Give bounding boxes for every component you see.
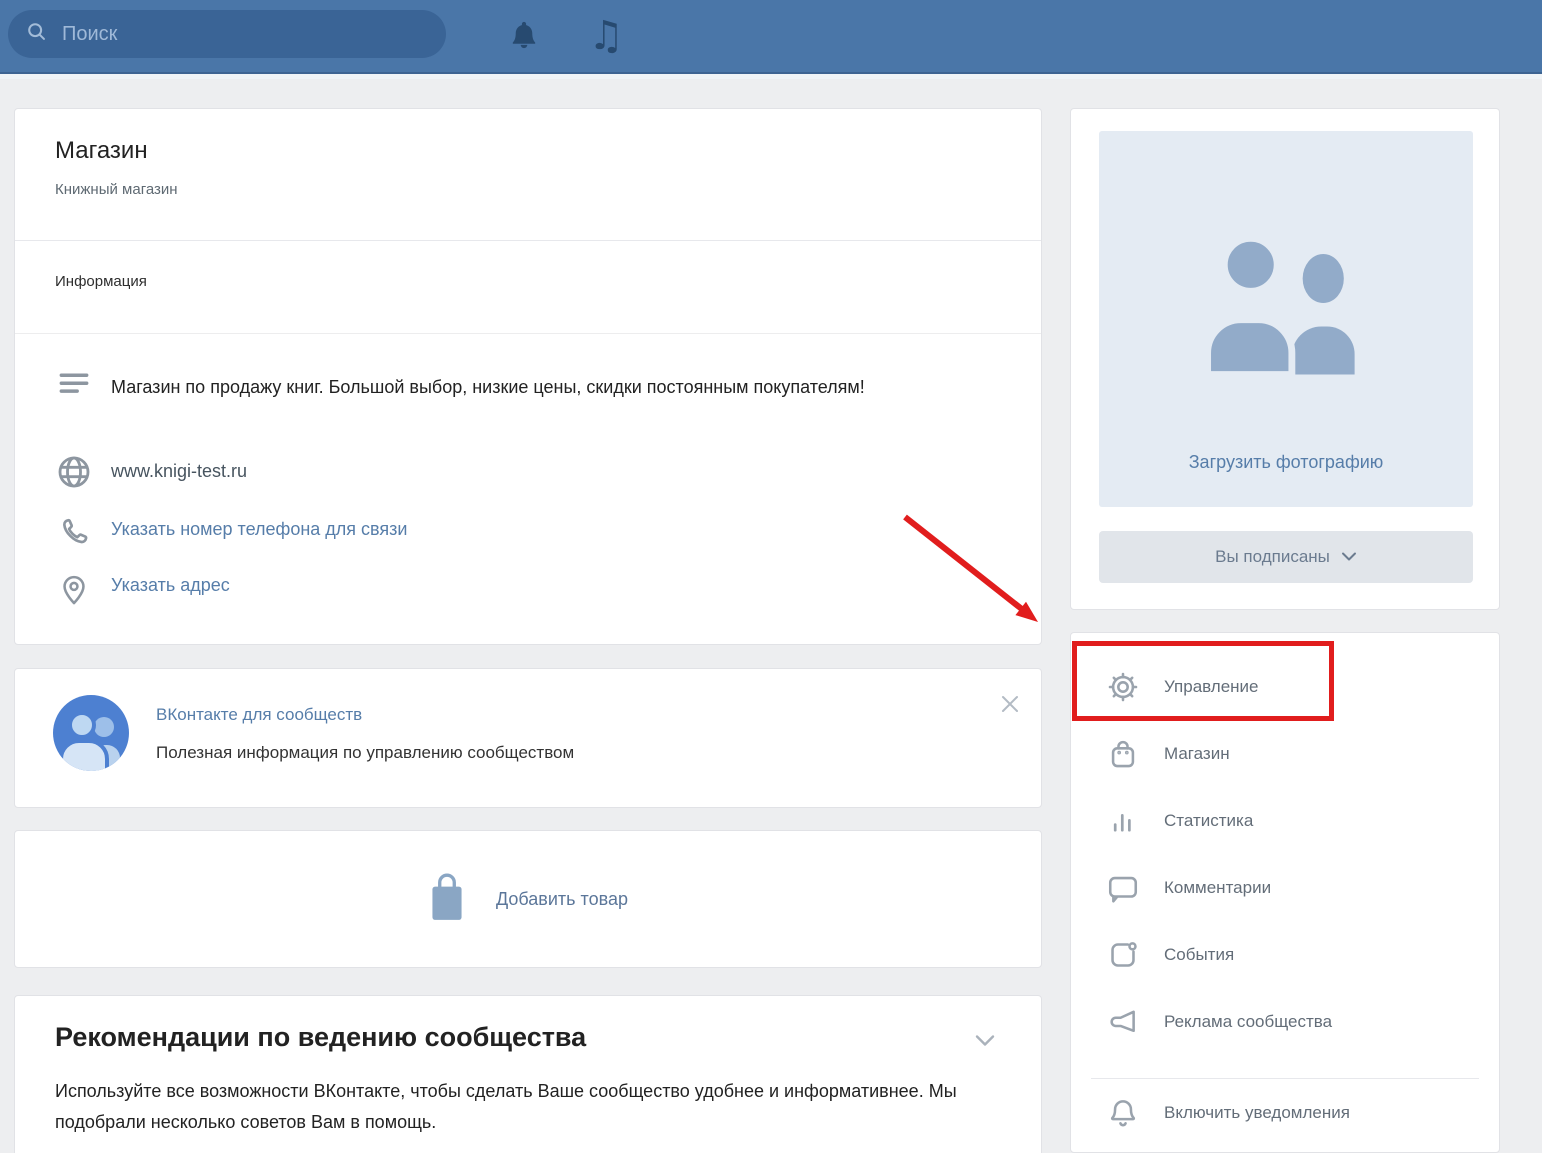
- people-silhouette-icon: [1188, 225, 1384, 388]
- globe-icon: [53, 451, 95, 493]
- community-type: Книжный магазин: [55, 181, 178, 198]
- subscribed-button[interactable]: Вы подписаны: [1099, 531, 1473, 583]
- sidebar-item-label: Комментарии: [1164, 878, 1271, 898]
- community-profile-card: Магазин Книжный магазин Информация Магаз…: [14, 108, 1042, 645]
- divider: [15, 333, 1041, 334]
- search-icon: [26, 21, 48, 48]
- sidebar-item-label: Включить уведомления: [1164, 1103, 1350, 1123]
- community-admin-menu: Управление Магазин Статистика: [1070, 632, 1500, 1153]
- events-icon: [1106, 938, 1140, 972]
- sidebar-item-shop[interactable]: Магазин: [1071, 727, 1499, 781]
- shopping-bag-icon: [1106, 737, 1140, 771]
- description-lines-icon: [53, 363, 95, 405]
- promo-subtitle: Полезная информация по управлению сообще…: [156, 743, 574, 763]
- sidebar-item-comments[interactable]: Комментарии: [1071, 861, 1499, 915]
- recommendations-card: Рекомендации по ведению сообщества Испол…: [14, 995, 1042, 1153]
- sidebar-item-statistics[interactable]: Статистика: [1071, 794, 1499, 848]
- divider: [1091, 1078, 1479, 1079]
- top-bar: ♫: [0, 0, 1542, 74]
- upload-photo-link[interactable]: Загрузить фотографию: [1099, 452, 1473, 473]
- community-description: Магазин по продажу книг. Большой выбор, …: [111, 367, 911, 407]
- sidebar-item-enable-notifications[interactable]: Включить уведомления: [1071, 1086, 1499, 1140]
- bar-chart-icon: [1106, 804, 1140, 838]
- recommendations-title: Рекомендации по ведению сообщества: [55, 1022, 586, 1053]
- header-divider: [0, 74, 1542, 79]
- chevron-down-icon[interactable]: [973, 1032, 997, 1055]
- shopping-bag-icon: [428, 871, 466, 928]
- add-product-card[interactable]: Добавить товар: [14, 830, 1042, 968]
- search-input[interactable]: [60, 22, 428, 47]
- sidebar-item-manage[interactable]: Управление: [1071, 660, 1499, 714]
- photo-placeholder[interactable]: Загрузить фотографию: [1099, 131, 1473, 507]
- notifications-bell-icon[interactable]: [498, 0, 550, 72]
- add-product-label: Добавить товар: [496, 889, 628, 910]
- gear-icon: [1106, 670, 1140, 704]
- website-link[interactable]: www.knigi-test.ru: [111, 461, 247, 482]
- sidebar-item-label: События: [1164, 945, 1234, 965]
- add-phone-link[interactable]: Указать номер телефона для связи: [111, 519, 407, 540]
- vk-for-communities-card: ВКонтакте для сообществ Полезная информа…: [14, 668, 1042, 808]
- info-section-title: Информация: [55, 273, 147, 290]
- add-address-link[interactable]: Указать адрес: [111, 575, 230, 596]
- recommendations-body: Используйте все возможности ВКонтакте, ч…: [55, 1076, 1013, 1138]
- community-avatar-icon: [53, 695, 129, 771]
- divider: [15, 240, 1041, 241]
- megaphone-icon: [1106, 1005, 1140, 1039]
- close-icon[interactable]: [999, 693, 1023, 717]
- music-icon[interactable]: ♫: [580, 0, 632, 72]
- community-photo-card: Загрузить фотографию Вы подписаны: [1070, 108, 1500, 610]
- sidebar-item-label: Реклама сообщества: [1164, 1012, 1332, 1032]
- phone-icon: [53, 511, 95, 553]
- comment-icon: [1106, 871, 1140, 905]
- sidebar-item-events[interactable]: События: [1071, 928, 1499, 982]
- page-title: Магазин: [55, 137, 148, 165]
- vk-community-page: ♫ Магазин Книжный магазин Информация Маг…: [0, 0, 1542, 1153]
- subscribed-button-label: Вы подписаны: [1215, 547, 1330, 567]
- location-pin-icon: [53, 569, 95, 611]
- search-box[interactable]: [8, 10, 446, 58]
- chevron-down-icon: [1341, 547, 1357, 567]
- promo-title-link[interactable]: ВКонтакте для сообществ: [156, 705, 362, 725]
- sidebar-item-community-ads[interactable]: Реклама сообщества: [1071, 995, 1499, 1049]
- bell-icon: [1106, 1096, 1140, 1130]
- sidebar-item-label: Статистика: [1164, 811, 1253, 831]
- sidebar-item-label: Управление: [1164, 677, 1259, 697]
- sidebar-item-label: Магазин: [1164, 744, 1230, 764]
